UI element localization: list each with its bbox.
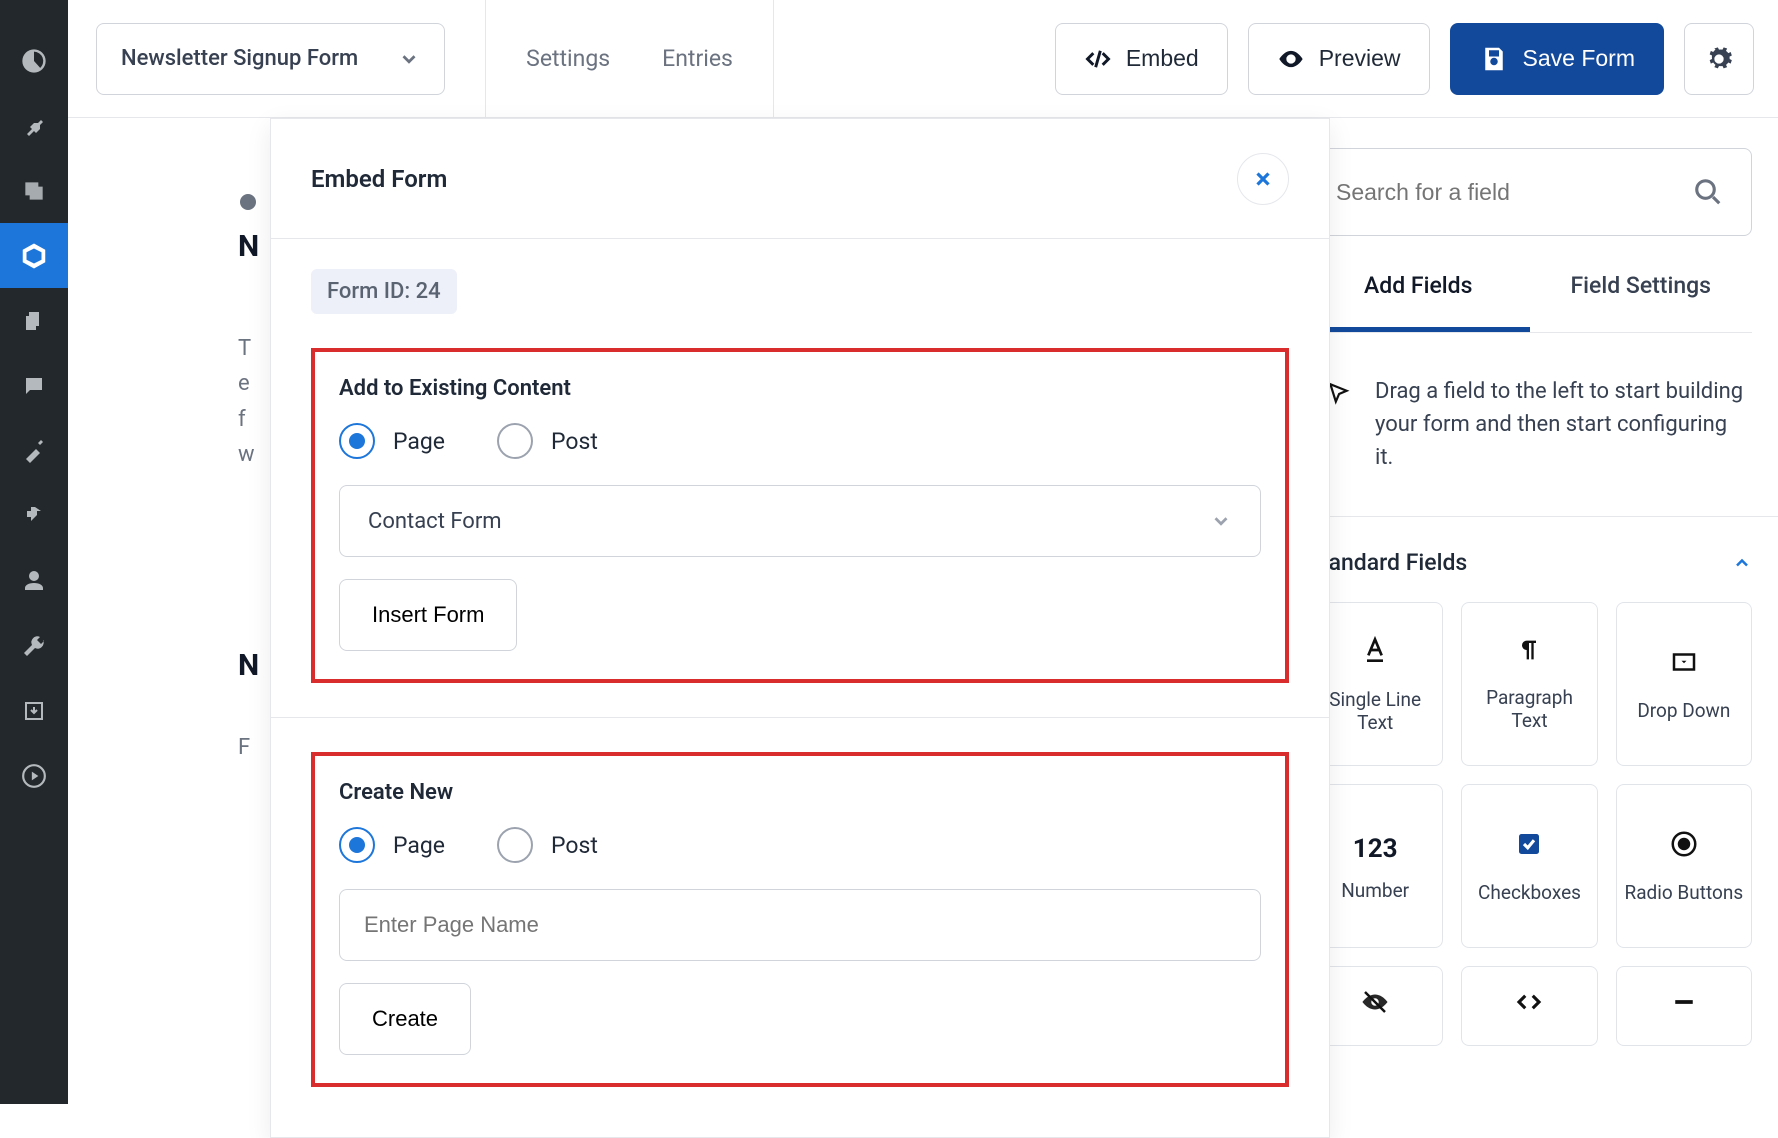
field-icon xyxy=(1669,987,1699,1025)
code-icon xyxy=(1084,45,1112,73)
pin-icon[interactable] xyxy=(0,93,68,158)
field-icon xyxy=(1514,987,1544,1025)
toolbar: Newsletter Signup Form Settings Entries … xyxy=(68,0,1778,118)
dashboard-icon[interactable] xyxy=(0,28,68,93)
appearance-icon[interactable] xyxy=(0,418,68,483)
right-panel: Add Fields Field Settings Drag a field t… xyxy=(1280,118,1778,1104)
center-tabs: Settings Entries xyxy=(526,45,733,72)
tab-entries[interactable]: Entries xyxy=(662,45,733,72)
field-search[interactable] xyxy=(1307,148,1752,236)
canvas-area: N T e f w N F Embed Form xyxy=(68,118,1280,1104)
import-icon[interactable] xyxy=(0,678,68,743)
pages-icon[interactable] xyxy=(0,288,68,353)
radio-icon xyxy=(497,827,533,863)
embed-label: Embed xyxy=(1126,45,1199,72)
createnew-radio-page[interactable]: Page xyxy=(339,827,445,863)
field-label: Paragraph Text xyxy=(1466,686,1592,732)
field-item-5[interactable]: Radio Buttons xyxy=(1616,784,1752,948)
forms-icon[interactable] xyxy=(0,223,68,288)
field-icon xyxy=(1669,829,1699,867)
save-icon xyxy=(1479,44,1509,74)
tools-icon[interactable] xyxy=(0,613,68,678)
existing-radio-page[interactable]: Page xyxy=(339,423,445,459)
form-id-badge: Form ID: 24 xyxy=(311,269,457,314)
settings-gear-button[interactable] xyxy=(1684,23,1754,95)
createnew-title: Create New xyxy=(339,780,1261,805)
page-name-input[interactable] xyxy=(339,889,1261,961)
field-icon xyxy=(1669,647,1699,685)
modal-title: Embed Form xyxy=(311,165,447,193)
existing-title: Add to Existing Content xyxy=(339,376,1261,401)
chevron-down-icon xyxy=(398,48,420,70)
embed-button[interactable]: Embed xyxy=(1055,23,1228,95)
field-item-8[interactable] xyxy=(1616,966,1752,1046)
createnew-radio-post[interactable]: Post xyxy=(497,827,598,863)
insert-form-button[interactable]: Insert Form xyxy=(339,579,517,651)
select-value: Contact Form xyxy=(368,509,502,534)
tab-settings[interactable]: Settings xyxy=(526,45,610,72)
field-icon xyxy=(1359,634,1391,674)
existing-radio-post[interactable]: Post xyxy=(497,423,598,459)
field-icon xyxy=(1360,987,1390,1025)
close-button[interactable] xyxy=(1237,153,1289,205)
eye-icon xyxy=(1277,45,1305,73)
save-button[interactable]: Save Form xyxy=(1450,23,1664,95)
embed-modal: Embed Form Form ID: 24 Add to Existing C… xyxy=(270,118,1330,1138)
create-button[interactable]: Create xyxy=(339,983,471,1055)
field-label: Single Line Text xyxy=(1312,688,1438,734)
search-input[interactable] xyxy=(1336,179,1693,206)
field-label: Checkboxes xyxy=(1478,881,1581,904)
hint-text: Drag a field to the left to start buildi… xyxy=(1375,375,1744,474)
play-icon[interactable] xyxy=(0,743,68,808)
field-item-1[interactable]: Paragraph Text xyxy=(1461,602,1597,766)
chevron-up-icon[interactable] xyxy=(1732,553,1752,573)
radio-icon xyxy=(339,827,375,863)
radio-icon xyxy=(339,423,375,459)
standard-fields-accordion: Standard Fields Single Line Text Paragrap… xyxy=(1281,516,1778,1046)
create-new-section: Create New Page Post Create xyxy=(311,752,1289,1087)
chevron-down-icon xyxy=(1210,510,1232,532)
field-icon xyxy=(1514,829,1544,867)
close-icon xyxy=(1252,168,1274,190)
tab-field-settings[interactable]: Field Settings xyxy=(1530,272,1753,332)
preview-label: Preview xyxy=(1319,45,1401,72)
field-label: Drop Down xyxy=(1637,699,1730,722)
admin-sidebar xyxy=(0,0,68,1104)
field-icon xyxy=(1515,636,1543,672)
media-icon[interactable] xyxy=(0,158,68,223)
field-label: Radio Buttons xyxy=(1625,881,1744,904)
field-icon: 123 xyxy=(1353,830,1398,865)
field-label: Number xyxy=(1341,879,1409,902)
tab-add-fields[interactable]: Add Fields xyxy=(1307,272,1530,332)
users-icon[interactable] xyxy=(0,548,68,613)
save-label: Save Form xyxy=(1523,45,1635,72)
field-item-2[interactable]: Drop Down xyxy=(1616,602,1752,766)
accordion-title: Standard Fields xyxy=(1307,549,1467,576)
existing-page-select[interactable]: Contact Form xyxy=(339,485,1261,557)
form-selector-label: Newsletter Signup Form xyxy=(121,46,358,71)
comments-icon[interactable] xyxy=(0,353,68,418)
gear-icon xyxy=(1705,45,1733,73)
field-item-4[interactable]: Checkboxes xyxy=(1461,784,1597,948)
preview-button[interactable]: Preview xyxy=(1248,23,1430,95)
field-item-7[interactable] xyxy=(1461,966,1597,1046)
radio-icon xyxy=(497,423,533,459)
form-selector[interactable]: Newsletter Signup Form xyxy=(96,23,445,95)
search-icon xyxy=(1693,177,1723,207)
gear-small-icon xyxy=(238,192,258,212)
plugins-icon[interactable] xyxy=(0,483,68,548)
add-existing-section: Add to Existing Content Page Post Contac… xyxy=(311,348,1289,683)
